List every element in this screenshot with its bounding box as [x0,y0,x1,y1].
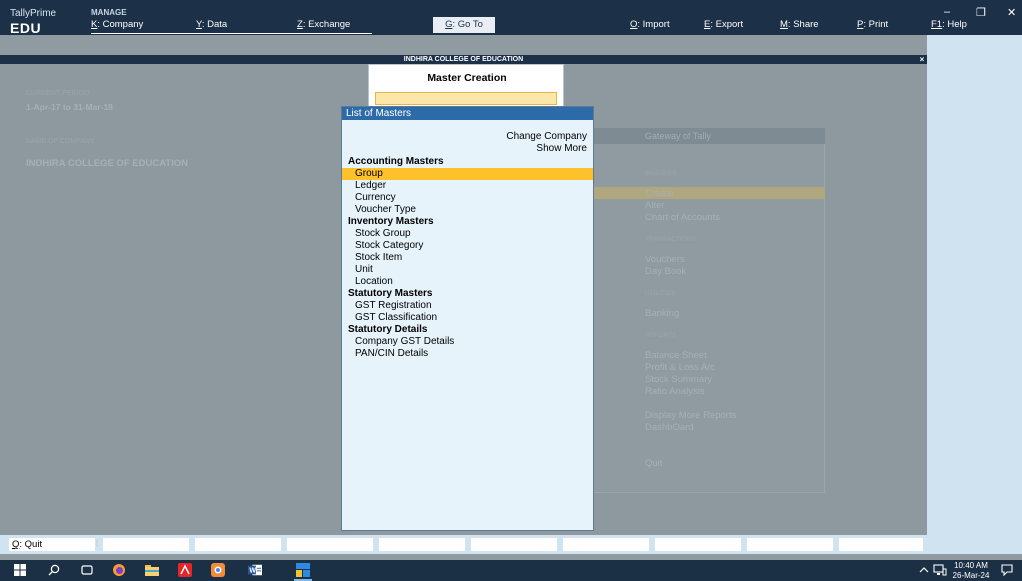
bar-slot[interactable] [378,537,466,552]
gw-profit-loss[interactable]: Profit & Loss A/c [645,362,715,373]
manage-label: MANAGE [91,8,127,17]
network-icon[interactable] [933,563,947,577]
group-heading-accounting: Accounting Masters [348,156,444,167]
group-heading-inventory: Inventory Masters [348,216,434,227]
list-item-gst-registration[interactable]: GST Registration [355,300,432,311]
list-item-company-gst-details[interactable]: Company GST Details [355,336,454,347]
gateway-header: Gateway of Tally [590,128,825,144]
show-more-link[interactable]: Show More [536,143,587,154]
bar-slot[interactable] [470,537,558,552]
company-name: INDHIRA COLLEGE OF EDUCATION [26,158,189,169]
acrobat-icon[interactable] [178,563,192,577]
quit-label[interactable]: Q: Quit [12,539,42,550]
svg-text:W: W [249,568,256,575]
list-item-gst-classification[interactable]: GST Classification [355,312,437,323]
gw-transactions-label: TRANSACTIONS [645,236,696,243]
bar-slot[interactable] [102,537,190,552]
firefox-icon[interactable] [112,563,126,577]
menu-goto[interactable]: G: Go To [433,17,495,33]
list-item-stock-group[interactable]: Stock Group [355,228,411,239]
company-label: NAME OF COMPANY [26,138,95,145]
gw-dashboard[interactable]: DashbOard [645,422,694,433]
menu-import[interactable]: O: Import [630,19,670,30]
windows-start-icon[interactable] [13,563,27,577]
gw-quit[interactable]: Quit [645,458,662,469]
bar-slot[interactable] [286,537,374,552]
menu-company[interactable]: K: Company [91,19,143,30]
menu-share[interactable]: M: Share [780,19,819,30]
photo-app-icon[interactable] [211,563,225,577]
tallyprime-icon[interactable] [296,563,310,577]
minimize-icon[interactable]: – [944,6,950,18]
company-strip: INDHIRA COLLEGE OF EDUCATION [0,55,927,64]
list-of-masters-title: List of Masters [342,107,593,120]
gw-banking[interactable]: Banking [645,308,679,319]
gw-stock-summary[interactable]: Stock Summary [645,374,712,385]
gw-utilities-label: UTILITIES [645,290,676,297]
list-item-currency[interactable]: Currency [355,192,396,203]
list-of-masters-panel: List of Masters Change Company Show More… [341,106,594,531]
close-icon[interactable]: ✕ [1007,6,1016,19]
list-item-stock-category[interactable]: Stock Category [355,240,423,251]
bar-slot[interactable] [838,537,924,552]
gw-day-book[interactable]: Day Book [645,266,686,277]
list-item-pan-cin-details[interactable]: PAN/CIN Details [355,348,428,359]
gw-display-more-reports[interactable]: Display More Reports [645,410,736,421]
master-creation-title: Master Creation [427,72,507,84]
gw-create[interactable]: Create [645,188,674,199]
task-view-icon[interactable] [80,563,94,577]
gateway-box [590,128,825,493]
gw-reports-label: REPORTS [645,332,677,339]
gw-alter[interactable]: Alter [645,200,665,211]
menu-exchange[interactable]: Z: Exchange [297,19,350,30]
bar-separator: | [96,540,98,547]
list-item-ledger[interactable]: Ledger [355,180,386,191]
restore-icon[interactable]: ❐ [976,6,986,19]
master-creation-dialog: Master Creation [368,64,564,108]
bar-slot[interactable] [562,537,650,552]
bar-slot[interactable] [194,537,282,552]
menu-export[interactable]: E: Export [704,19,743,30]
current-period-label: CURRENT PERIOD [26,90,89,97]
current-period: 1-Apr-17 to 31-Mar-18 [26,102,113,112]
app-brand: TallyPrime EDU [10,8,80,36]
list-item-group[interactable]: Group [355,168,383,179]
gw-ratio-analysis[interactable]: Ratio Analysis [645,386,705,397]
gateway-highlight [590,187,825,199]
strip-close-icon[interactable]: × [917,55,927,64]
bar-slot[interactable] [654,537,742,552]
master-search-input[interactable] [375,92,557,105]
gw-vouchers[interactable]: Vouchers [645,254,685,265]
search-icon[interactable] [47,563,61,577]
list-item-unit[interactable]: Unit [355,264,373,275]
menu-underline [91,33,372,34]
list-item-stock-item[interactable]: Stock Item [355,252,402,263]
group-heading-statutory: Statutory Masters [348,288,433,299]
gw-balance-sheet[interactable]: Balance Sheet [645,350,707,361]
menu-help[interactable]: F1: Help [931,19,967,30]
gw-masters-label: MASTERS [645,170,677,177]
gw-chart-of-accounts[interactable]: Chart of Accounts [645,212,720,223]
clock-date[interactable]: 26-Mar-24 [951,571,991,580]
clock-time[interactable]: 10:40 AM [951,561,991,570]
list-item-location[interactable]: Location [355,276,393,287]
app-name: TallyPrime [10,8,57,19]
file-explorer-icon[interactable] [145,563,159,577]
word-icon[interactable]: W [248,563,262,577]
app-edition: EDU [10,20,42,36]
button-panel [927,35,1022,535]
group-heading-statutory-details: Statutory Details [348,324,428,335]
list-item-voucher-type[interactable]: Voucher Type [355,204,416,215]
chevron-up-icon[interactable] [917,563,931,577]
menu-print[interactable]: P: Print [857,19,888,30]
bar-slot[interactable] [746,537,834,552]
menu-data[interactable]: Y: Data [196,19,227,30]
notification-icon[interactable] [1000,563,1014,577]
change-company-link[interactable]: Change Company [506,131,587,142]
